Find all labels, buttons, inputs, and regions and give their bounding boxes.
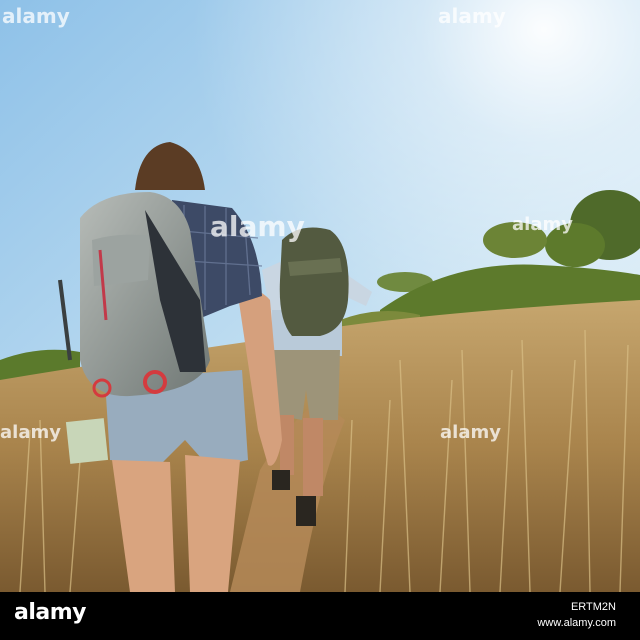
alamy-logo: alamy bbox=[14, 600, 87, 625]
watermark-footer-bar: alamy ERTM2N www.alamy.com bbox=[0, 592, 640, 640]
site-url: www.alamy.com bbox=[537, 617, 616, 629]
hiking-photo bbox=[0, 0, 640, 592]
map-paper bbox=[65, 418, 109, 464]
footer-meta: ERTM2N www.alamy.com bbox=[537, 599, 616, 631]
man-backpack bbox=[279, 227, 349, 336]
image-id: ERTM2N bbox=[570, 601, 616, 613]
